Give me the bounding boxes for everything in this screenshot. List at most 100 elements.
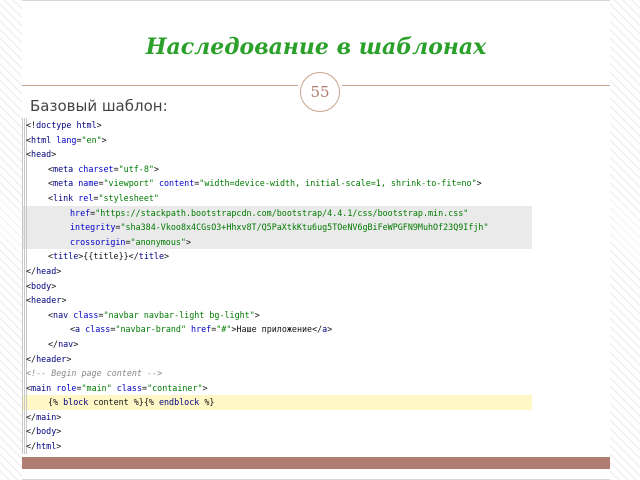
code-token: html	[31, 134, 52, 145]
code-line: crossorigin="anonymous">	[22, 234, 532, 250]
code-line-text: </nav>	[48, 337, 78, 352]
code-token: html	[36, 441, 57, 452]
code-token: <!	[26, 120, 37, 130]
right-decor-band	[610, 0, 640, 480]
code-token: >Наше приложение</	[231, 324, 323, 335]
code-token: href	[191, 324, 212, 335]
code-line-text: </header>	[26, 352, 71, 367]
slide-subtitle: Базовый шаблон:	[30, 97, 168, 115]
code-gutter-marker	[22, 249, 27, 264]
code-line-text: <meta charset="utf-8">	[48, 162, 159, 177]
code-token: >	[202, 382, 208, 393]
code-token: class	[116, 382, 143, 393]
code-token: nav	[58, 338, 74, 349]
code-token: head	[36, 265, 57, 276]
code-token: {%	[48, 397, 64, 408]
code-line: <main role="main" class="container">	[22, 380, 532, 396]
code-line-text: <main role="main" class="container">	[26, 381, 208, 396]
code-line-text: <title>{{title}}</title>	[48, 249, 169, 264]
code-token: endblock	[158, 397, 200, 408]
code-line-text: <nav class="navbar navbar-light bg-light…	[48, 308, 260, 323]
code-token: meta	[53, 163, 74, 174]
code-line: <!doctype html>	[22, 118, 532, 133]
code-line: </header>	[22, 351, 532, 367]
bottom-decor-band	[22, 457, 610, 469]
code-line-text: <!-- Begin page content -->	[26, 366, 162, 381]
code-token: head	[31, 149, 52, 160]
code-token: >	[254, 309, 260, 320]
code-token: >	[96, 120, 102, 130]
code-token: >	[153, 163, 159, 174]
code-token: "stylesheet"	[98, 192, 159, 203]
code-token: >	[327, 324, 333, 335]
code-token: content %}{%	[88, 397, 159, 408]
left-decor-band	[0, 0, 22, 480]
code-gutter-marker	[22, 322, 27, 337]
code-token: >	[185, 236, 192, 247]
code-line-text: </body>	[26, 424, 61, 439]
code-token: main	[31, 382, 52, 393]
code-token: </	[26, 265, 37, 276]
code-gutter-marker	[22, 307, 27, 323]
code-line: integrity="sha384-Vkoo8x4CGsO3+Hhxv8T/Q5…	[22, 220, 532, 235]
code-line-text: <meta name="viewport" content="width=dev…	[48, 176, 482, 191]
code-line-text: </head>	[26, 264, 61, 279]
code-token: >	[476, 178, 482, 189]
code-token: >	[51, 280, 57, 291]
code-token: "en"	[81, 134, 102, 145]
code-token: %}	[199, 397, 215, 408]
code-line: </html>	[22, 439, 532, 454]
code-token: </	[26, 441, 37, 452]
code-token: </	[26, 426, 37, 437]
code-line-text: </main>	[26, 410, 61, 425]
code-token: >	[51, 149, 57, 160]
code-gutter-marker	[22, 190, 27, 206]
code-token: doctype	[36, 120, 72, 130]
code-line: <head>	[22, 147, 532, 162]
code-token: "container"	[147, 382, 203, 393]
code-line: {% block content %}{% endblock %}	[22, 395, 532, 410]
code-token: >	[61, 295, 67, 306]
code-line-text: </html>	[26, 439, 61, 454]
code-token: class	[85, 324, 111, 335]
code-gutter-marker	[22, 176, 27, 191]
code-token: >	[56, 426, 62, 437]
code-line: </nav>	[22, 336, 532, 352]
code-token: >	[73, 338, 79, 349]
code-line-text: href="https://stackpath.bootstrapcdn.com…	[70, 206, 468, 221]
code-line: </main>	[22, 409, 532, 425]
code-token: "anonymous"	[130, 236, 186, 247]
code-token: >{{title}}</	[78, 251, 139, 262]
code-line-text: {% block content %}{% endblock %}	[48, 395, 214, 410]
code-token: "viewport"	[103, 178, 154, 189]
code-token: charset	[78, 163, 114, 174]
code-line: <link rel="stylesheet"	[22, 190, 532, 206]
code-token: body	[31, 280, 52, 291]
code-token: >	[56, 441, 62, 452]
code-line: </head>	[22, 263, 532, 279]
code-token: content	[158, 178, 195, 189]
code-line-text: <head>	[26, 147, 56, 162]
code-line: <meta name="viewport" content="width=dev…	[22, 176, 532, 191]
code-token: "navbar-brand"	[115, 324, 186, 335]
code-token: title	[53, 251, 79, 262]
code-gutter-marker	[22, 161, 27, 177]
code-line: <!-- Begin page content -->	[22, 366, 532, 381]
code-token: crossorigin	[70, 236, 126, 247]
slide-number: 55	[300, 72, 340, 112]
code-token: title	[138, 251, 164, 262]
code-token: "#"	[216, 324, 232, 335]
code-token: >	[56, 411, 62, 422]
code-token: </	[26, 353, 37, 364]
code-token: href	[70, 207, 91, 218]
slide-title: Наследование в шаблонах	[145, 34, 487, 60]
code-token: >	[66, 353, 72, 364]
code-token: lang	[56, 134, 77, 145]
code-line-text: <html lang="en">	[26, 133, 107, 148]
code-line: <a class="navbar-brand" href="#">Наше пр…	[22, 322, 532, 337]
code-listing: <!doctype html> <html lang="en"> <head> <me…	[22, 117, 532, 457]
code-gutter-marker	[22, 205, 27, 221]
code-token: nav	[53, 309, 69, 320]
code-gutter-marker	[22, 395, 27, 410]
code-token: name	[78, 178, 99, 189]
